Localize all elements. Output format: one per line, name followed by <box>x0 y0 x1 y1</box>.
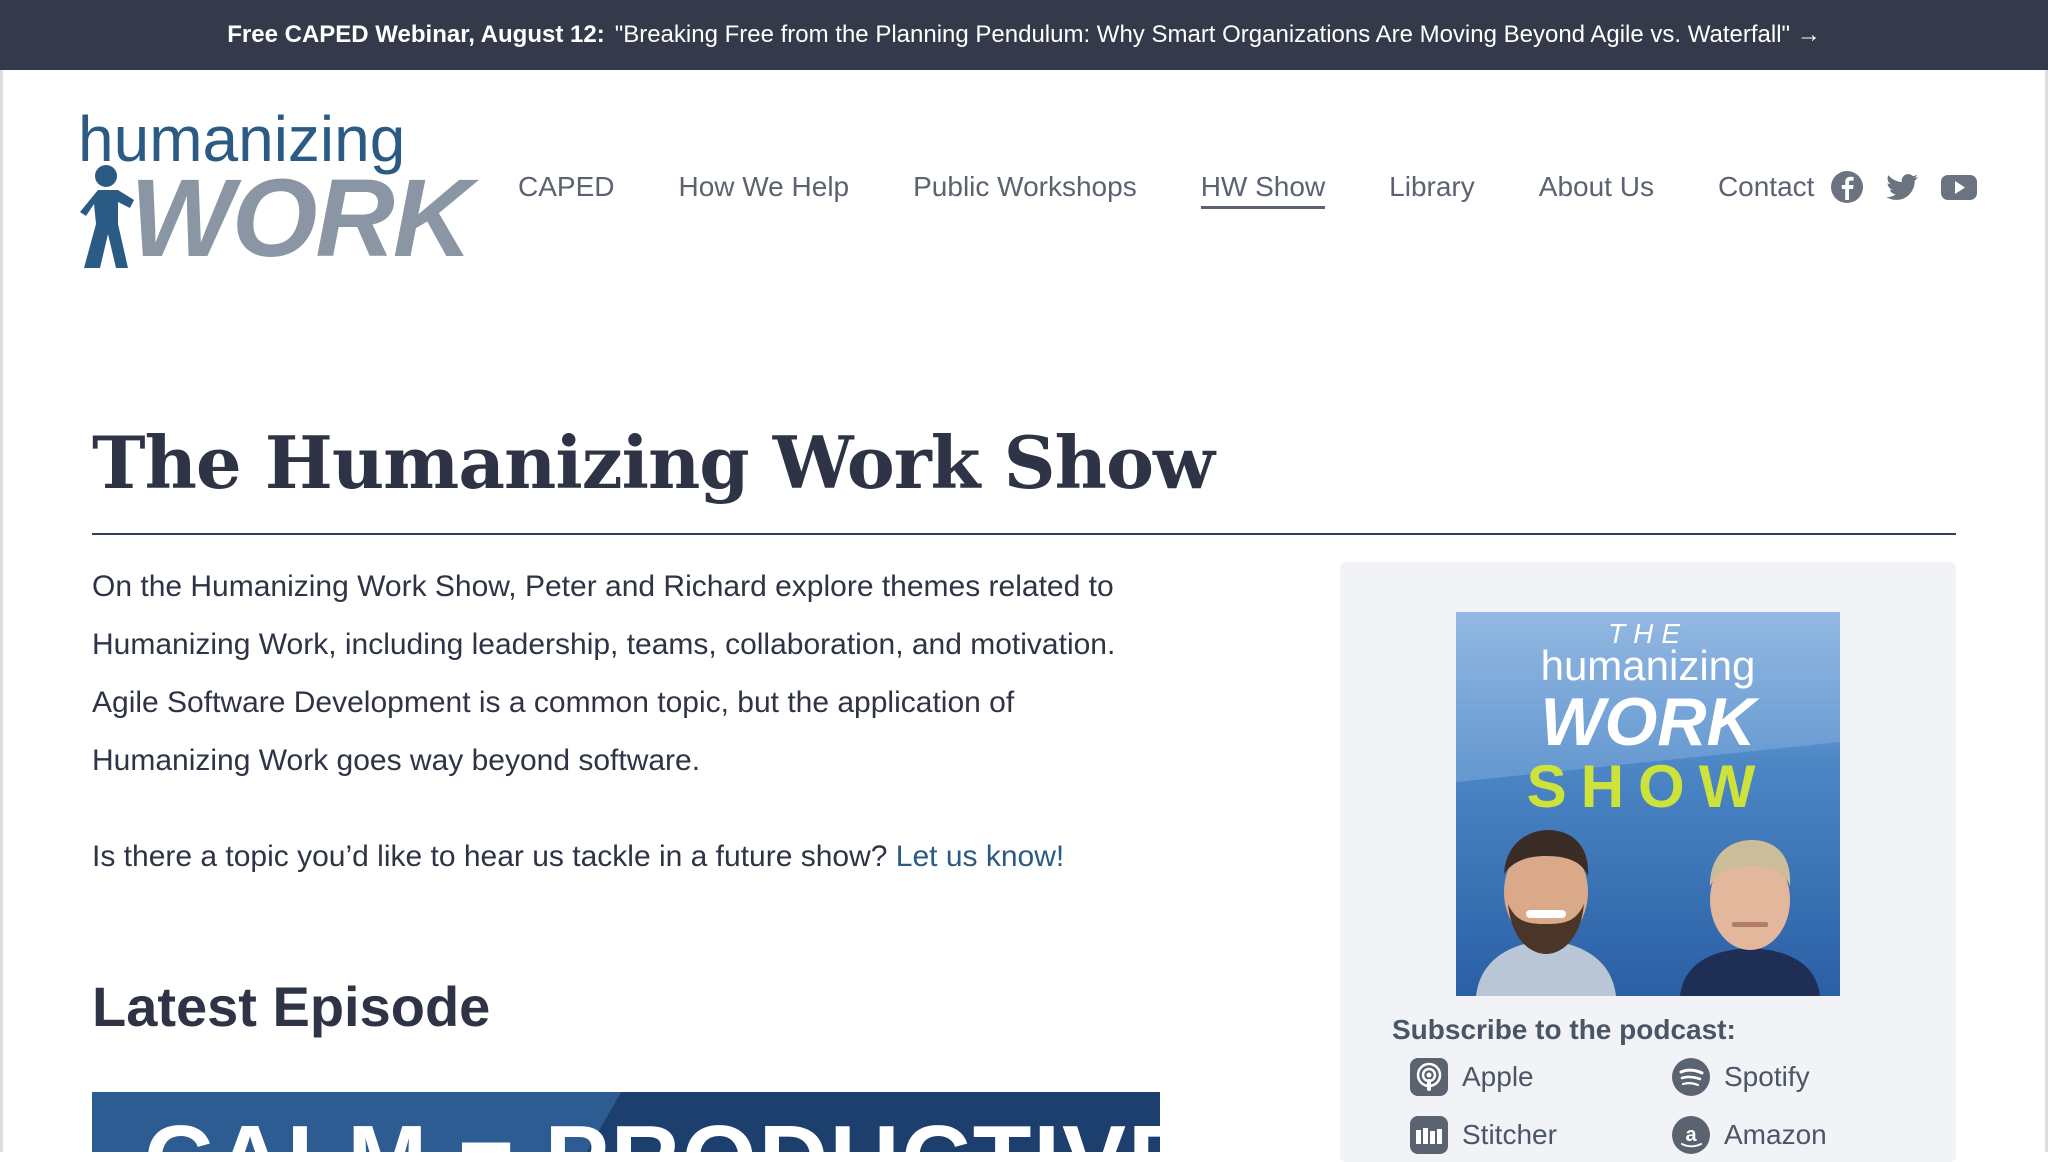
latest-episode-thumbnail[interactable]: CALM = PRODUCTIVE? <box>92 1092 1160 1152</box>
nav-item-hw-show[interactable]: HW Show <box>1200 162 1326 209</box>
subscribe-label: Subscribe to the podcast: <box>1392 1014 1736 1045</box>
nav-item-public-workshops[interactable]: Public Workshops <box>913 162 1137 206</box>
amazon-icon: a <box>1672 1116 1710 1154</box>
page-title: The Humanizing Work Show <box>92 420 1215 505</box>
hosts-photo <box>1476 830 1820 996</box>
cover-work: WORK <box>1540 684 1756 760</box>
site-logo[interactable]: humanizing WORK <box>78 102 472 274</box>
podcast-sidebar: THE humanizing WORK SHOW Subscribe to th… <box>1340 562 1956 1162</box>
podcast-cover-art[interactable]: THE humanizing WORK SHOW <box>1456 612 1840 996</box>
podcast-label-amazon: Amazon <box>1724 1119 1827 1150</box>
banner-bold-text: Free CAPED Webinar, August 12: <box>227 21 605 48</box>
social-links <box>1828 170 1978 204</box>
let-us-know-link[interactable]: Let us know! <box>896 840 1064 873</box>
cover-humanizing: humanizing <box>1540 642 1756 689</box>
cover-show: SHOW <box>1526 753 1770 820</box>
stitcher-icon <box>1410 1116 1448 1154</box>
podcast-label-spotify: Spotify <box>1724 1061 1810 1092</box>
twitter-icon[interactable] <box>1884 170 1922 204</box>
intro-paragraph: On the Humanizing Work Show, Peter and R… <box>92 570 1116 777</box>
podcast-link-amazon[interactable]: a Amazon <box>1672 1116 1827 1154</box>
topic-question-text: Is there a topic you’d like to hear us t… <box>92 840 888 873</box>
podcast-label-stitcher: Stitcher <box>1462 1119 1557 1150</box>
nav-item-library[interactable]: Library <box>1389 162 1475 206</box>
logo-work: WORK <box>130 157 472 280</box>
title-divider <box>92 533 1956 535</box>
podcast-link-apple[interactable]: Apple <box>1410 1058 1534 1096</box>
banner-text: "Breaking Free from the Planning Pendulu… <box>614 21 1821 48</box>
main-nav: CAPED How We Help Public Workshops HW Sh… <box>518 162 1878 212</box>
apple-podcasts-icon <box>1410 1058 1448 1096</box>
latest-episode-heading: Latest Episode <box>92 975 491 1038</box>
podcast-label-apple: Apple <box>1462 1061 1534 1092</box>
facebook-icon[interactable] <box>1828 170 1866 204</box>
svg-text:a: a <box>1685 1124 1697 1146</box>
nav-item-caped[interactable]: CAPED <box>518 162 614 206</box>
episode-title: CALM = PRODUCTIVE? <box>144 1112 1160 1153</box>
nav-item-how-we-help[interactable]: How We Help <box>678 162 849 206</box>
podcast-link-spotify[interactable]: Spotify <box>1672 1058 1810 1096</box>
youtube-icon[interactable] <box>1940 170 1978 204</box>
podcast-link-stitcher[interactable]: Stitcher <box>1410 1116 1557 1154</box>
topic-question: Is there a topic you’d like to hear us t… <box>92 828 1192 886</box>
nav-item-contact[interactable]: Contact <box>1718 162 1815 206</box>
spotify-icon <box>1672 1058 1710 1096</box>
announcement-banner[interactable]: Free CAPED Webinar, August 12: "Breaking… <box>0 0 2048 70</box>
nav-item-about-us[interactable]: About Us <box>1539 162 1654 206</box>
logo-figure-icon <box>80 165 134 268</box>
